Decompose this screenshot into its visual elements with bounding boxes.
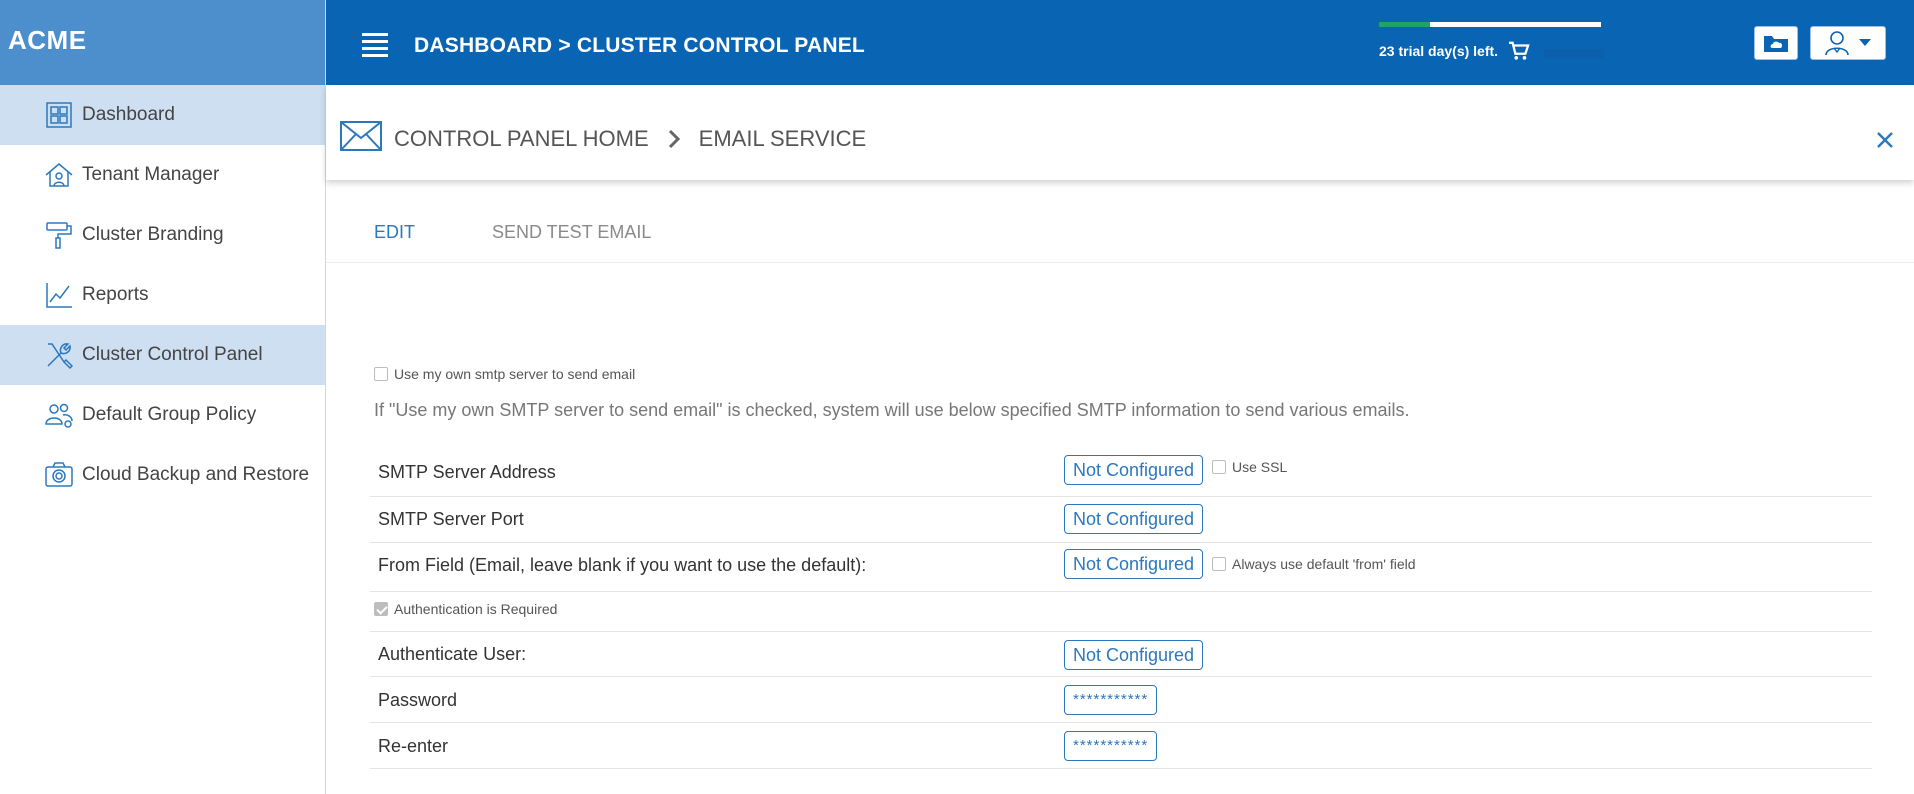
use-ssl-checkbox[interactable] [1212,459,1226,474]
dashboard-grid-icon [44,100,74,130]
page-title: DASHBOARD > CLUSTER CONTROL PANEL [414,34,865,57]
password-row: Password *********** [370,677,1872,723]
smtp-server-port-field[interactable]: Not Configured [1064,504,1204,534]
mail-icon [340,121,382,151]
password-field[interactable]: *********** [1064,685,1158,715]
smtp-server-address-field[interactable]: Not Configured [1064,455,1204,485]
smtp-server-address-label: SMTP Server Address [378,462,556,482]
sidebar-item-label: Tenant Manager [82,164,220,185]
authenticate-user-row: Authenticate User: Not Configured [370,632,1872,677]
user-icon [1825,31,1849,56]
section-header: CONTROL PANEL HOME EMAIL SERVICE [326,85,1914,180]
breadcrumb: CONTROL PANEL HOME EMAIL SERVICE [394,126,866,152]
tab-send-test-email[interactable]: SEND TEST EMAIL [492,222,651,243]
use-own-smtp-option: Use my own smtp server to send email [374,365,635,383]
tab-edit[interactable]: EDIT [374,222,415,243]
sidebar-item-label: Default Group Policy [82,404,257,425]
smtp-help-text: If "Use my own SMTP server to send email… [374,400,1410,420]
use-own-smtp-label: Use my own smtp server to send email [394,365,636,382]
sidebar-item-default-group-policy[interactable]: Default Group Policy [0,385,325,445]
tab-bar: EDIT SEND TEST EMAIL [326,200,1914,263]
trial-progress-fill [1379,22,1431,27]
from-field-label: From Field (Email, leave blank if you wa… [378,555,867,575]
sidebar: ACME Dashboard Tenant Manager Cluster Br… [0,0,326,794]
cloud-folder-icon [1764,36,1788,52]
sidebar-item-cloud-backup-and-restore[interactable]: Cloud Backup and Restore [0,445,325,505]
sidebar-item-label: Reports [82,284,149,305]
reenter-password-field[interactable]: *********** [1064,731,1158,761]
breadcrumb-home[interactable]: CONTROL PANEL HOME [394,126,649,152]
wrench-screwdriver-icon [44,340,74,370]
breadcrumb-current: EMAIL SERVICE [698,126,867,151]
sidebar-item-label: Cloud Backup and Restore [82,464,310,485]
authenticate-user-label: Authenticate User: [378,644,527,664]
smtp-server-port-label: SMTP Server Port [378,509,524,529]
trial-progress-bar [1379,22,1601,27]
sidebar-item-dashboard[interactable]: Dashboard [0,85,325,145]
trial-days-text: 23 trial day(s) left. [1379,43,1499,59]
sidebar-item-label: Cluster Branding [82,224,224,245]
chevron-down-icon [1859,39,1871,46]
auth-required-option: Authentication is Required [374,600,557,618]
brand-logo: ACME [0,0,325,85]
smtp-server-address-row: SMTP Server Address Not Configured Use S… [370,452,1872,497]
sidebar-item-label: Dashboard [82,104,175,125]
cart-icon[interactable] [1508,41,1530,61]
line-chart-icon [44,280,74,310]
paint-roller-icon [44,220,74,250]
use-own-smtp-checkbox[interactable] [374,366,388,381]
smtp-server-port-row: SMTP Server Port Not Configured [370,497,1872,543]
trial-status[interactable]: 23 trial day(s) left. [1379,41,1530,61]
reenter-password-row: Re-enter *********** [370,723,1872,769]
sidebar-item-label: Cluster Control Panel [82,344,263,365]
sidebar-item-reports[interactable]: Reports [0,265,325,325]
cloud-folder-button[interactable] [1754,26,1798,60]
from-field-input[interactable]: Not Configured [1064,549,1204,579]
users-gear-icon [44,400,74,430]
sidebar-item-cluster-branding[interactable]: Cluster Branding [0,205,325,265]
use-ssl-option: Use SSL [1212,458,1287,476]
from-field-row: From Field (Email, leave blank if you wa… [370,543,1872,592]
trial-underline [1544,49,1604,58]
auth-required-checkbox[interactable] [374,601,388,616]
top-bar: DASHBOARD > CLUSTER CONTROL PANEL 23 tri… [326,0,1914,85]
user-menu-button[interactable] [1810,26,1886,60]
always-default-from-label: Always use default 'from' field [1232,555,1416,572]
sidebar-item-cluster-control-panel[interactable]: Cluster Control Panel [0,325,325,385]
auth-required-row: Authentication is Required [370,592,1872,632]
chevron-right-icon [668,129,680,149]
use-ssl-label: Use SSL [1232,458,1288,475]
camera-icon [44,460,74,490]
auth-required-label: Authentication is Required [394,600,558,617]
close-icon[interactable] [1876,131,1894,149]
always-default-from-checkbox[interactable] [1212,556,1226,571]
always-default-from-option: Always use default 'from' field [1212,555,1416,573]
sidebar-item-tenant-manager[interactable]: Tenant Manager [0,145,325,205]
hamburger-menu-icon[interactable] [362,33,388,57]
password-label: Password [378,690,458,710]
reenter-password-label: Re-enter [378,736,449,756]
tenant-house-icon [44,160,74,190]
authenticate-user-field[interactable]: Not Configured [1064,640,1204,670]
